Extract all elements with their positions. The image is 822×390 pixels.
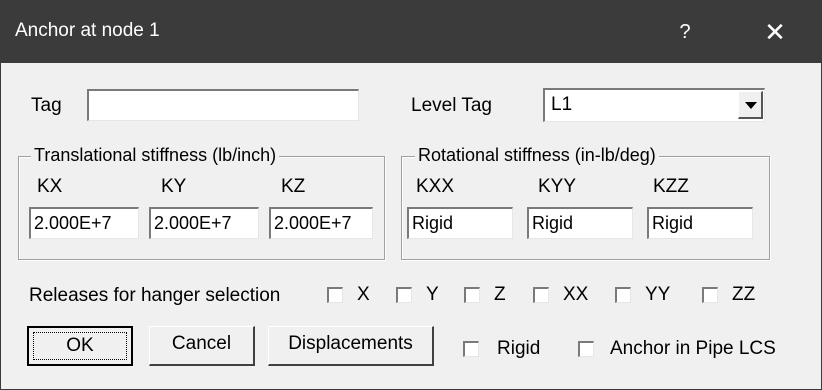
kz-input[interactable] bbox=[269, 207, 373, 239]
kxx-input[interactable] bbox=[407, 207, 513, 239]
ky-label: KY bbox=[161, 176, 187, 197]
close-button[interactable]: ✕ bbox=[753, 13, 797, 51]
kzz-input[interactable] bbox=[647, 207, 753, 239]
release-x-checkbox[interactable] bbox=[327, 287, 343, 303]
level-tag-value: L1 bbox=[551, 94, 573, 115]
anchor-dialog: Anchor at node 1 ? ✕ Tag Level Tag L1 Tr… bbox=[0, 0, 822, 390]
release-y-label: Y bbox=[426, 284, 439, 305]
close-icon: ✕ bbox=[764, 17, 786, 47]
rigid-checkbox[interactable] bbox=[463, 341, 479, 357]
anchor-pipe-lcs-label: Anchor in Pipe LCS bbox=[610, 338, 776, 359]
release-y-checkbox[interactable] bbox=[396, 287, 412, 303]
kyy-label: KYY bbox=[538, 176, 577, 197]
level-tag-select[interactable]: L1 bbox=[543, 88, 765, 122]
releases-label: Releases for hanger selection bbox=[29, 285, 281, 306]
displacements-button[interactable]: Displacements bbox=[268, 326, 434, 366]
chevron-down-icon bbox=[745, 102, 757, 109]
kxx-label: KXX bbox=[416, 176, 455, 197]
release-x-label: X bbox=[357, 284, 370, 305]
anchor-pipe-lcs-checkbox[interactable] bbox=[578, 341, 594, 357]
kx-input[interactable] bbox=[29, 207, 139, 239]
dropdown-arrow-button[interactable] bbox=[738, 91, 763, 119]
rotational-stiffness-title: Rotational stiffness (in-lb/deg) bbox=[415, 145, 659, 166]
release-zz-label: ZZ bbox=[732, 284, 756, 305]
release-xx-checkbox[interactable] bbox=[533, 287, 549, 303]
kz-label: KZ bbox=[281, 176, 306, 197]
release-yy-checkbox[interactable] bbox=[615, 287, 631, 303]
release-xx-label: XX bbox=[563, 284, 589, 305]
ok-button[interactable]: OK bbox=[27, 326, 133, 366]
release-z-label: Z bbox=[494, 284, 506, 305]
cancel-button[interactable]: Cancel bbox=[149, 326, 255, 366]
title-bar[interactable]: Anchor at node 1 ? ✕ bbox=[1, 1, 821, 63]
tag-label: Tag bbox=[31, 95, 62, 116]
release-yy-label: YY bbox=[645, 284, 671, 305]
level-tag-label: Level Tag bbox=[411, 95, 492, 116]
release-zz-checkbox[interactable] bbox=[702, 287, 718, 303]
tag-input[interactable] bbox=[87, 89, 359, 121]
kyy-input[interactable] bbox=[527, 207, 633, 239]
release-z-checkbox[interactable] bbox=[464, 287, 480, 303]
kzz-label: KZZ bbox=[653, 176, 689, 197]
translational-stiffness-title: Translational stiffness (lb/inch) bbox=[31, 145, 280, 166]
rigid-label: Rigid bbox=[497, 338, 541, 359]
ky-input[interactable] bbox=[149, 207, 259, 239]
help-button[interactable]: ? bbox=[665, 15, 705, 49]
kx-label: KX bbox=[37, 176, 63, 197]
ok-label: OK bbox=[33, 332, 127, 360]
dialog-title: Anchor at node 1 bbox=[15, 20, 160, 41]
